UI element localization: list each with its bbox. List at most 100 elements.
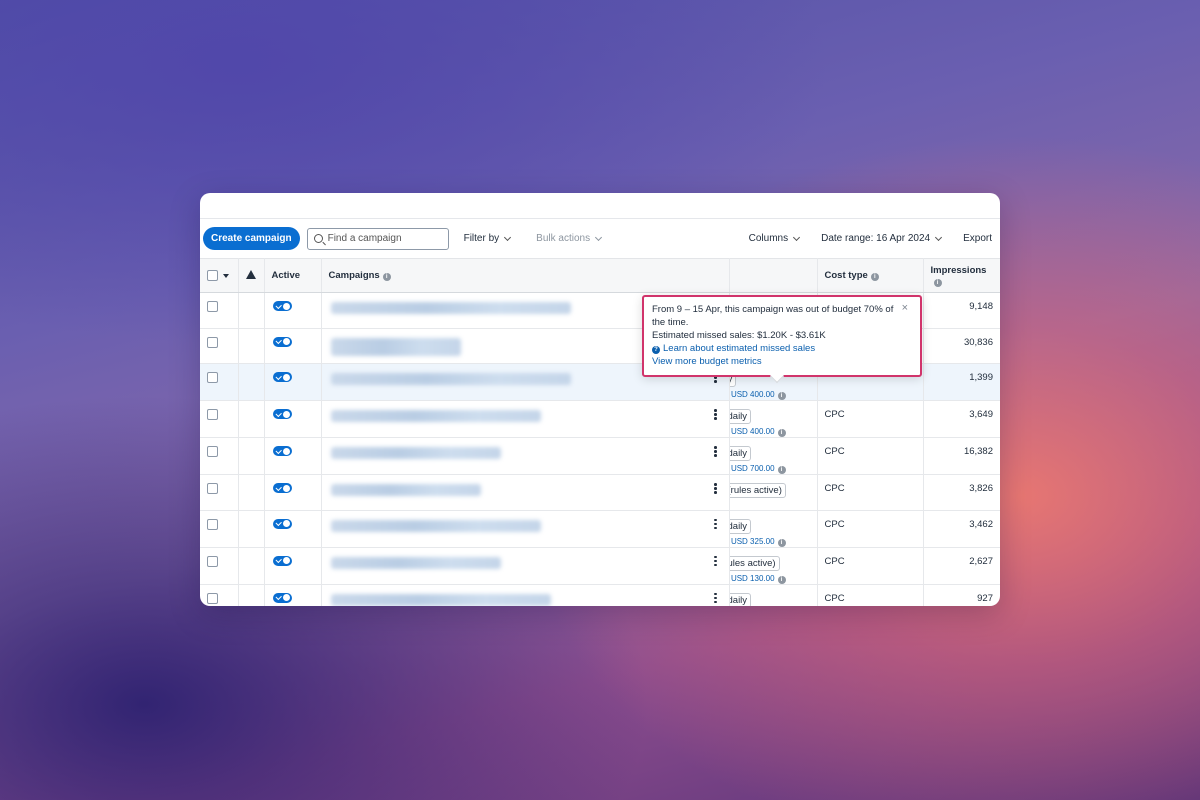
impressions-cell: 2,627 — [923, 547, 1000, 585]
more-options-icon[interactable] — [714, 555, 717, 568]
search-input[interactable]: Find a campaign — [306, 227, 449, 250]
chevron-down-icon — [793, 233, 801, 241]
table-row[interactable]: daily CPC 927 — [200, 584, 1000, 606]
search-icon — [313, 234, 323, 243]
budget-cell[interactable]: (rules active) — [729, 474, 818, 511]
budget-tooltip: × From 9 – 15 Apr, this campaign was out… — [642, 295, 922, 384]
chevron-down-icon — [595, 233, 603, 241]
toolbar: Create campaign Find a campaign Filter b… — [200, 219, 1000, 258]
header-warning — [238, 258, 265, 293]
header-campaigns[interactable]: Campaigns i — [321, 258, 730, 293]
active-toggle[interactable] — [272, 483, 292, 493]
impressions-cell: 3,649 — [923, 400, 1000, 438]
info-icon[interactable]: i — [933, 278, 942, 287]
budget-cell[interactable]: ules active) : USD 130.00 i — [729, 547, 818, 585]
campaign-name-cell[interactable] — [321, 510, 730, 548]
row-checkbox[interactable] — [207, 336, 218, 348]
header-budget — [729, 258, 818, 293]
bulk-actions-dropdown[interactable]: Bulk actions — [536, 233, 603, 244]
more-options-icon[interactable] — [714, 446, 717, 458]
header-select-all — [200, 258, 239, 293]
info-icon[interactable]: i — [870, 273, 879, 281]
budget-pill[interactable]: daily — [729, 518, 752, 534]
cost-type-cell: CPC — [817, 474, 924, 511]
info-icon[interactable]: i — [777, 575, 786, 583]
budget-pill[interactable]: ules active) — [729, 555, 780, 571]
export-button[interactable]: Export — [963, 233, 992, 244]
budget-pill[interactable]: daily — [729, 592, 752, 606]
learn-missed-sales-link[interactable]: ? Learn about estimated missed sales — [652, 342, 912, 355]
budget-pill[interactable]: daily — [729, 446, 752, 461]
table-row[interactable]: daily : USD 400.00 i CPC 3,649 — [200, 400, 1000, 438]
cost-type-cell: CPC — [817, 437, 924, 475]
row-checkbox[interactable] — [207, 372, 218, 383]
campaign-name-redacted — [330, 447, 501, 459]
budget-pill[interactable]: daily — [729, 409, 752, 424]
budget-cell[interactable]: daily : USD 325.00 i — [729, 510, 818, 548]
campaign-name-cell[interactable] — [321, 437, 730, 475]
info-icon[interactable]: i — [777, 466, 786, 474]
create-campaign-button[interactable]: Create campaign — [203, 227, 300, 250]
columns-dropdown[interactable]: Columns — [748, 233, 801, 244]
active-toggle[interactable] — [272, 336, 292, 347]
campaign-name-redacted — [330, 373, 571, 385]
date-range-dropdown[interactable]: Date range: 16 Apr 2024 — [821, 233, 943, 244]
row-checkbox[interactable] — [207, 409, 218, 420]
tooltip-out-of-budget-text: From 9 – 15 Apr, this campaign was out o… — [652, 304, 894, 328]
more-options-icon[interactable] — [714, 483, 717, 495]
more-options-icon[interactable] — [714, 518, 717, 531]
budget-pill[interactable]: (rules active) — [729, 483, 786, 498]
active-toggle[interactable] — [272, 555, 292, 566]
campaign-name-cell[interactable] — [321, 400, 730, 438]
row-checkbox[interactable] — [207, 483, 218, 494]
view-budget-metrics-link[interactable]: View more budget metrics — [652, 355, 912, 368]
active-toggle[interactable] — [272, 592, 292, 603]
active-toggle[interactable] — [272, 372, 292, 382]
info-icon[interactable]: i — [777, 538, 786, 546]
close-icon[interactable]: × — [902, 302, 908, 315]
table-header-row: Active Campaigns i Cost type i Impressions… — [200, 258, 1000, 293]
caret-down-icon[interactable] — [223, 273, 229, 278]
search-placeholder: Find a campaign — [327, 233, 402, 244]
more-options-icon[interactable] — [714, 592, 717, 605]
campaign-name-redacted — [330, 410, 541, 422]
header-cost-type[interactable]: Cost type i — [817, 258, 924, 293]
tooltip-missed-sales-text: Estimated missed sales: $1.20K - $3.61K — [652, 330, 826, 341]
info-icon[interactable]: i — [382, 273, 391, 281]
budget-cell[interactable]: daily : USD 400.00 i — [729, 400, 818, 438]
date-range-label: Date range: 16 Apr 2024 — [821, 233, 931, 244]
warning-cell — [238, 292, 265, 329]
table-row[interactable]: (rules active) CPC 3,826 — [200, 474, 1000, 511]
select-all-checkbox[interactable] — [207, 270, 218, 281]
active-toggle[interactable] — [272, 301, 292, 311]
impressions-cell: 9,148 — [923, 292, 1000, 329]
row-checkbox[interactable] — [207, 592, 218, 604]
row-checkbox[interactable] — [207, 518, 218, 530]
impressions-cell: 3,462 — [923, 510, 1000, 548]
info-icon[interactable]: i — [777, 392, 786, 400]
campaign-name-cell[interactable] — [321, 474, 730, 511]
header-active[interactable]: Active — [264, 258, 322, 293]
help-icon: ? — [652, 346, 660, 354]
row-checkbox[interactable] — [207, 301, 218, 312]
header-impressions[interactable]: Impressions i — [923, 258, 1000, 293]
campaign-name-cell[interactable] — [321, 584, 730, 606]
table-row[interactable]: ules active) : USD 130.00 i CPC 2,627 — [200, 547, 1000, 585]
warning-cell — [238, 547, 265, 585]
row-checkbox[interactable] — [207, 446, 218, 457]
info-icon[interactable]: i — [777, 429, 786, 437]
row-checkbox[interactable] — [207, 555, 218, 567]
columns-label: Columns — [748, 233, 789, 244]
table-row[interactable]: daily : USD 700.00 i CPC 16,382 — [200, 437, 1000, 475]
budget-cell[interactable]: daily : USD 700.00 i — [729, 437, 818, 475]
active-toggle[interactable] — [272, 409, 292, 419]
filter-by-dropdown[interactable]: Filter by — [464, 233, 512, 244]
active-toggle[interactable] — [272, 518, 292, 529]
warning-cell — [238, 510, 265, 548]
table-row[interactable]: daily : USD 325.00 i CPC 3,462 — [200, 510, 1000, 548]
header-campaigns-label: Campaigns — [328, 270, 380, 281]
campaign-name-cell[interactable] — [321, 547, 730, 585]
active-toggle[interactable] — [272, 446, 292, 456]
budget-cell[interactable]: daily — [729, 584, 818, 606]
more-options-icon[interactable] — [714, 409, 717, 421]
